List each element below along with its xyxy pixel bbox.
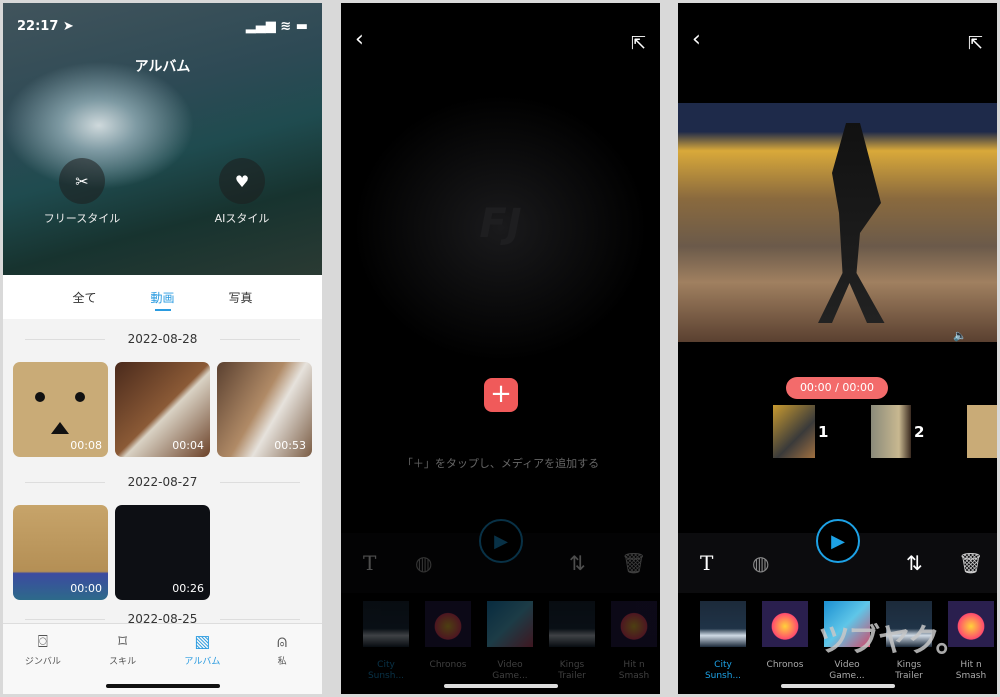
- add-media-button[interactable]: +: [484, 378, 518, 412]
- film-heart-icon: ♥: [219, 158, 265, 204]
- tab-label: アルバム: [184, 657, 221, 667]
- clip-thumbnail[interactable]: [773, 405, 815, 458]
- feiyu-logo: FJ: [479, 201, 522, 247]
- tab-video[interactable]: 動画: [124, 275, 202, 319]
- music-name: Hit n Smash: [955, 660, 987, 681]
- music-artwork: [762, 601, 808, 647]
- music-name: City Sunsh...: [367, 660, 405, 681]
- filter-tabs: 全て 動画 写真: [3, 275, 322, 319]
- music-name: Kings Trailer: [558, 660, 586, 681]
- play-button[interactable]: ▶: [479, 519, 523, 563]
- video-thumbnail[interactable]: 00:08: [13, 362, 108, 457]
- play-button[interactable]: ▶: [816, 519, 860, 563]
- home-indicator: [780, 684, 895, 688]
- music-artwork: [611, 601, 657, 647]
- text-icon[interactable]: T: [363, 551, 376, 575]
- video-thumbnail[interactable]: 00:26: [115, 505, 210, 600]
- music-item[interactable]: Chronos: [760, 601, 810, 671]
- freestyle-label: フリースタイル: [43, 212, 121, 225]
- video-duration: 00:08: [70, 439, 102, 452]
- share-icon[interactable]: ⇱: [968, 31, 983, 57]
- music-name: Video Game...: [829, 660, 865, 681]
- music-artwork: [487, 601, 533, 647]
- video-thumbnail[interactable]: 00:04: [115, 362, 210, 457]
- replace-icon[interactable]: ⇅: [569, 551, 586, 575]
- status-time: 22:17 ➤: [17, 19, 74, 34]
- video-duration: 00:00: [70, 582, 102, 595]
- music-name: Kings Trailer: [895, 660, 923, 681]
- screenshot-stage: 22:17 ➤ ▂▄▆ ≋ ▬ アルバム ✂ フリースタイル ♥ AIスタイル 全て …: [0, 0, 1000, 697]
- replace-icon[interactable]: ⇅: [906, 551, 923, 575]
- tab-label: スキル: [109, 657, 137, 667]
- music-name: City Sunsh...: [704, 660, 742, 681]
- freestyle-button[interactable]: ✂ フリースタイル: [27, 158, 137, 226]
- music-artwork: [700, 601, 746, 647]
- clip-thumbnail[interactable]: [871, 405, 911, 458]
- share-icon[interactable]: ⇱: [631, 31, 646, 57]
- music-name: Video Game...: [492, 660, 528, 681]
- editor-screen: ‹ ⇱ 🔈 00:00 / 00:00 1 2 ▶ T ◍ ⇅ 🗑 City S…: [678, 3, 997, 694]
- video-duration: 00:53: [274, 439, 306, 452]
- clip-thumbnail[interactable]: [967, 405, 997, 458]
- music-item[interactable]: City Sunsh...: [361, 601, 411, 682]
- back-chevron-icon[interactable]: ‹: [355, 27, 364, 53]
- page-title: アルバム: [134, 59, 191, 75]
- music-item[interactable]: Hit n Smash: [609, 601, 659, 682]
- home-indicator: [105, 684, 220, 688]
- video-thumbnail[interactable]: 00:53: [217, 362, 312, 457]
- status-bar: 22:17 ➤ ▂▄▆ ≋ ▬: [17, 19, 308, 34]
- music-artwork: [425, 601, 471, 647]
- tab-all[interactable]: 全て: [46, 275, 124, 319]
- volume-icon[interactable]: 🔈: [953, 329, 967, 342]
- music-name: Hit n Smash: [618, 660, 650, 681]
- music-name: Chronos: [429, 660, 467, 670]
- gimbal-in-video: [818, 123, 885, 323]
- trash-icon[interactable]: 🗑: [621, 551, 646, 575]
- video-thumbnail[interactable]: 00:00: [13, 505, 108, 600]
- person-icon: ⍝: [277, 632, 288, 652]
- hero-image: 22:17 ➤ ▂▄▆ ≋ ▬ アルバム ✂ フリースタイル ♥ AIスタイル: [3, 3, 322, 275]
- date-header: 2022-08-27: [3, 474, 322, 490]
- watermark-logo: ツブヤク。: [818, 621, 967, 659]
- time-pill: 00:00 / 00:00: [786, 377, 888, 399]
- filter-icon[interactable]: ◍: [415, 551, 432, 575]
- film-scissors-icon: ✂: [59, 158, 105, 204]
- add-media-hint: 「＋」をタップし、メディアを追加する: [401, 457, 600, 470]
- status-icons: ▂▄▆ ≋ ▬: [245, 19, 308, 34]
- tab-gimbal[interactable]: ⌼ ジンバル: [3, 624, 83, 694]
- clip-index: 2: [914, 423, 925, 441]
- music-item[interactable]: Chronos: [423, 601, 473, 671]
- music-artwork: [363, 601, 409, 647]
- tab-me[interactable]: ⍝ 私: [242, 624, 322, 694]
- album-screen: 22:17 ➤ ▂▄▆ ≋ ▬ アルバム ✂ フリースタイル ♥ AIスタイル 全て …: [3, 3, 322, 694]
- edit-toolbar: ▶ T ◍ ⇅ 🗑: [341, 519, 660, 593]
- home-indicator: [443, 684, 558, 688]
- ai-style-label: AIスタイル: [214, 212, 270, 225]
- clip-index: 1: [818, 423, 829, 441]
- music-item[interactable]: Kings Trailer: [547, 601, 597, 682]
- gimbal-icon: ⌼: [37, 632, 48, 652]
- tab-label: 私: [277, 657, 287, 667]
- text-icon[interactable]: T: [700, 551, 713, 575]
- video-duration: 00:26: [172, 582, 204, 595]
- filter-icon[interactable]: ◍: [752, 551, 769, 575]
- editor-empty-screen: ‹ ⇱ FJ + 「＋」をタップし、メディアを追加する ▶ T ◍ ⇅ 🗑 Ci…: [341, 3, 660, 694]
- music-name: Chronos: [766, 660, 804, 670]
- music-item[interactable]: Video Game...: [485, 601, 535, 682]
- ai-style-button[interactable]: ♥ AIスタイル: [187, 158, 297, 226]
- back-chevron-icon[interactable]: ‹: [692, 27, 701, 53]
- bookmark-icon: ⌑: [118, 632, 127, 652]
- album-icon: ▧: [194, 632, 211, 652]
- music-artwork: [549, 601, 595, 647]
- date-header: 2022-08-28: [3, 331, 322, 347]
- video-duration: 00:04: [172, 439, 204, 452]
- music-item[interactable]: City Sunsh...: [698, 601, 748, 682]
- trash-icon[interactable]: 🗑: [958, 551, 983, 575]
- tab-photo[interactable]: 写真: [202, 275, 280, 319]
- video-preview[interactable]: 🔈: [678, 103, 997, 342]
- edit-toolbar: ▶ T ◍ ⇅ 🗑: [678, 519, 997, 593]
- tab-label: ジンバル: [24, 657, 61, 667]
